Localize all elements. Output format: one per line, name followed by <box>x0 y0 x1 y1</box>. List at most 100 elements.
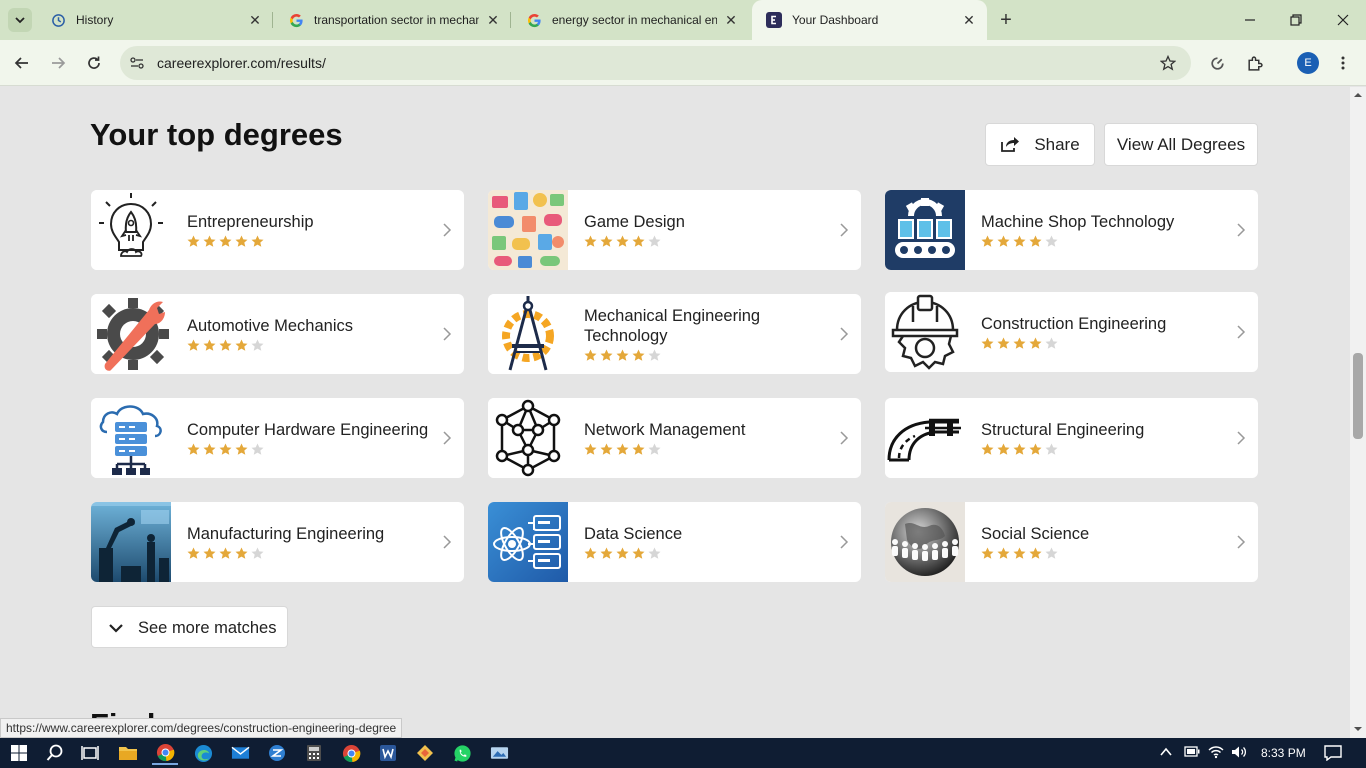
scrollbar-thumb[interactable] <box>1353 353 1363 439</box>
close-icon[interactable]: ✕ <box>961 12 977 28</box>
star-empty-icon <box>648 235 661 247</box>
see-more-label: See more matches <box>138 619 277 637</box>
file-explorer-app[interactable] <box>115 741 141 765</box>
extensions-puzzle-icon[interactable] <box>1243 52 1265 74</box>
search-button[interactable] <box>42 741 68 765</box>
degree-card-manufacturing-engineering[interactable]: Manufacturing Engineering <box>91 502 464 582</box>
degree-card-computer-hardware-engineering[interactable]: Computer Hardware Engineering <box>91 398 464 478</box>
edge-app[interactable] <box>190 741 216 765</box>
star-filled-icon <box>187 547 200 559</box>
clock-time[interactable]: 8:33 PM <box>1261 746 1306 760</box>
degree-name: Data Science <box>584 525 683 543</box>
battery-icon[interactable] <box>1184 746 1200 760</box>
restore-button[interactable] <box>1286 10 1306 30</box>
close-icon[interactable]: ✕ <box>247 12 263 28</box>
tab-energy[interactable]: energy sector in mechanical eng ✕ <box>512 0 749 40</box>
tab-history[interactable]: History ✕ <box>36 0 273 40</box>
degree-name: Construction Engineering <box>981 315 1167 333</box>
degree-name: Mechanical Engineering Technology <box>584 307 761 345</box>
degree-card-network-management[interactable]: Network Management <box>488 398 861 478</box>
tab-title: Your Dashboard <box>792 13 879 27</box>
share-button[interactable]: Share <box>985 123 1095 166</box>
star-filled-icon <box>616 547 629 559</box>
close-icon <box>1337 14 1349 26</box>
star-filled-icon <box>584 349 597 361</box>
star-filled-icon <box>632 349 645 361</box>
degree-card-construction-engineering[interactable]: Construction Engineering <box>885 292 1258 372</box>
forward-button[interactable] <box>47 52 69 74</box>
degree-name: Manufacturing Engineering <box>187 525 385 543</box>
chrome-app[interactable] <box>152 741 178 765</box>
star-filled-icon <box>632 443 645 455</box>
chevron-down-icon <box>15 17 25 24</box>
close-icon[interactable]: ✕ <box>723 12 739 28</box>
degree-card-mechanical-engineering-technology[interactable]: Mechanical Engineering Technology <box>488 294 861 374</box>
star-filled-icon <box>981 337 994 349</box>
calculator-app[interactable] <box>301 741 327 765</box>
show-hidden-icons[interactable] <box>1160 746 1172 760</box>
minimize-button[interactable] <box>1240 10 1260 30</box>
bookmark-star-icon[interactable] <box>1159 54 1177 72</box>
profile-avatar[interactable]: E <box>1297 52 1319 74</box>
notification-center-icon[interactable] <box>1324 745 1342 764</box>
chevron-right-icon <box>1237 535 1246 549</box>
star-filled-icon <box>203 547 216 559</box>
degree-card-structural-engineering[interactable]: Structural Engineering <box>885 398 1258 478</box>
settings-app[interactable] <box>264 741 290 765</box>
star-filled-icon <box>584 547 597 559</box>
chrome-profile-app[interactable] <box>338 741 364 765</box>
close-icon[interactable]: ✕ <box>485 12 501 28</box>
star-rating <box>187 339 264 353</box>
chevron-right-icon <box>840 327 849 341</box>
degree-card-data-science[interactable]: Data Science <box>488 502 861 582</box>
scroll-down-arrow-icon[interactable] <box>1354 725 1362 733</box>
browser-menu-icon[interactable] <box>1332 52 1354 74</box>
star-filled-icon <box>1013 235 1026 247</box>
speaker-icon[interactable] <box>1231 745 1247 762</box>
degree-card-automotive-mechanics[interactable]: Automotive Mechanics <box>91 294 464 374</box>
tab-your-dashboard[interactable]: Your Dashboard ✕ <box>752 0 987 40</box>
mail-app[interactable] <box>227 741 253 765</box>
star-filled-icon <box>1029 235 1042 247</box>
start-button[interactable] <box>6 741 32 765</box>
page-scrollbar[interactable] <box>1350 87 1366 738</box>
new-tab-button[interactable]: + <box>996 10 1016 30</box>
reload-button[interactable] <box>83 52 105 74</box>
tab-strip: History ✕ transportation sector in mecha… <box>0 0 1366 40</box>
scroll-up-arrow-icon[interactable] <box>1354 91 1362 99</box>
degree-name: Computer Hardware Engineering <box>187 421 429 439</box>
star-filled-icon <box>203 235 216 247</box>
compass-gear-icon <box>488 294 568 374</box>
star-filled-icon <box>187 339 200 351</box>
lens-extension-icon[interactable] <box>1206 52 1228 74</box>
view-all-degrees-button[interactable]: View All Degrees <box>1104 123 1258 166</box>
tab-transportation[interactable]: transportation sector in mechan ✕ <box>274 0 511 40</box>
close-window-button[interactable] <box>1333 10 1353 30</box>
site-info-icon[interactable] <box>128 54 146 72</box>
whatsapp-app[interactable] <box>449 741 475 765</box>
star-filled-icon <box>600 349 613 361</box>
word-app[interactable] <box>375 741 401 765</box>
wifi-icon[interactable] <box>1208 745 1224 762</box>
tab-search-button[interactable] <box>8 8 32 32</box>
star-filled-icon <box>981 443 994 455</box>
see-more-matches-button[interactable]: See more matches <box>91 606 288 648</box>
star-filled-icon <box>251 235 264 247</box>
degree-card-machine-shop-technology[interactable]: Machine Shop Technology <box>885 190 1258 270</box>
star-rating <box>981 547 1058 561</box>
degree-card-social-science[interactable]: Social Science <box>885 502 1258 582</box>
degree-card-game-design[interactable]: Game Design <box>488 190 861 270</box>
star-filled-icon <box>235 235 248 247</box>
degree-card-entrepreneurship[interactable]: Entrepreneurship <box>91 190 464 270</box>
star-filled-icon <box>997 443 1010 455</box>
star-filled-icon <box>632 547 645 559</box>
git-app[interactable] <box>412 741 438 765</box>
star-rating <box>981 337 1058 351</box>
address-bar[interactable]: careerexplorer.com/results/ <box>120 46 1191 80</box>
star-filled-icon <box>1029 337 1042 349</box>
globe-people-image <box>885 502 965 582</box>
share-label: Share <box>1034 134 1080 154</box>
back-button[interactable] <box>11 52 33 74</box>
photos-app[interactable] <box>486 741 512 765</box>
task-view-button[interactable] <box>77 741 103 765</box>
